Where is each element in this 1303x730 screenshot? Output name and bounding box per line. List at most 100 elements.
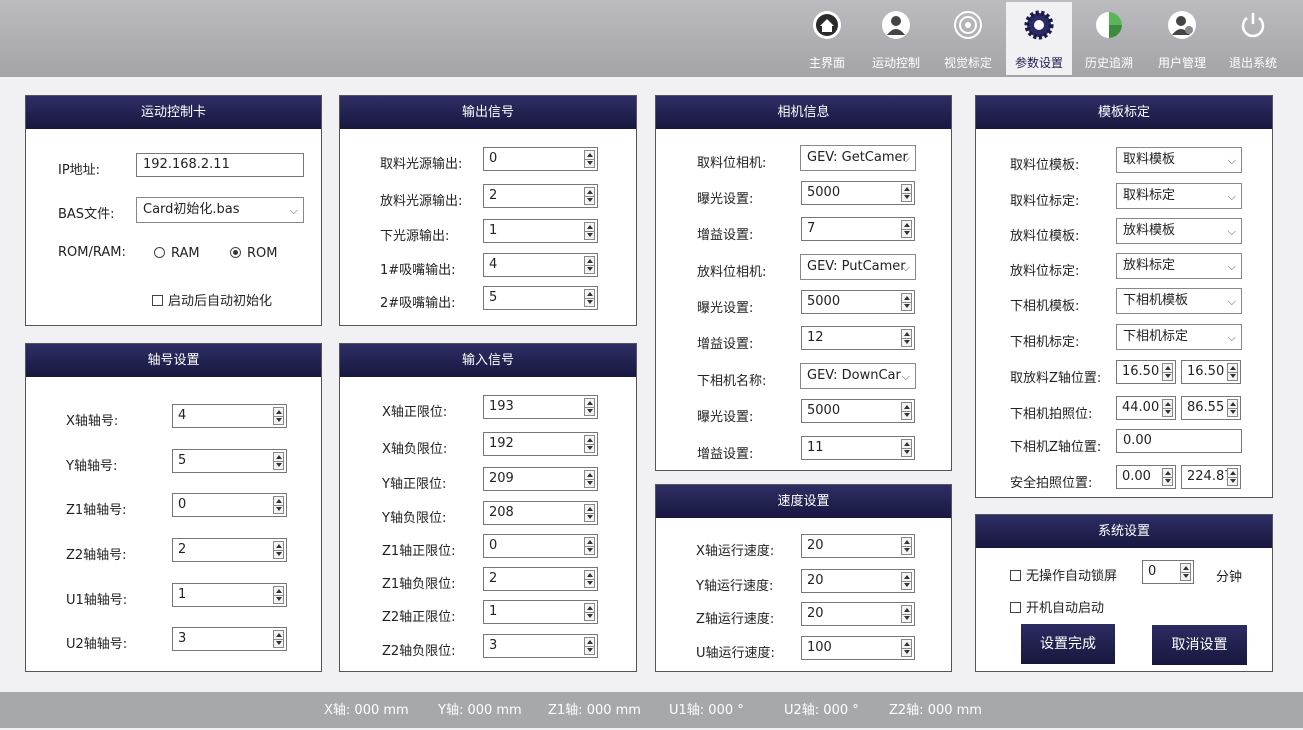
spin-arrows-icon[interactable] [1162, 363, 1173, 381]
input-signal-stepper[interactable]: 208 [483, 501, 598, 525]
output-signal-stepper[interactable]: 0 [483, 147, 598, 171]
panel-title: 输入信号 [340, 344, 636, 377]
spin-arrows-icon[interactable] [273, 630, 284, 648]
speed-stepper[interactable]: 20 [801, 534, 915, 558]
spin-arrows-icon[interactable] [584, 537, 595, 555]
cancel-settings-button[interactable]: 取消设置 [1152, 625, 1247, 665]
camera-param-stepper[interactable]: 11 [801, 436, 915, 460]
spin-arrows-icon[interactable] [584, 150, 595, 168]
spin-arrows-icon[interactable] [901, 329, 912, 347]
camera-param-stepper[interactable]: 5000 [801, 181, 915, 205]
axis-number-stepper[interactable]: 4 [172, 404, 287, 428]
spin-arrows-icon[interactable] [901, 439, 912, 457]
ip-address-input[interactable]: 192.168.2.11 [136, 153, 304, 177]
motion-card-panel: 运动控制卡 IP地址: 192.168.2.11 BAS文件: Card初始化.… [25, 95, 322, 326]
spin-arrows-icon[interactable] [584, 637, 595, 655]
spin-arrows-icon[interactable] [901, 605, 912, 623]
spin-arrows-icon[interactable] [273, 407, 284, 425]
auto-init-checkbox[interactable]: 启动后自动初始化 [152, 290, 272, 309]
nav-exit-system[interactable]: 退出系统 [1223, 2, 1283, 75]
dropdown-select[interactable]: GEV: PutCamer ⌵ [800, 254, 916, 280]
dropdown-select[interactable]: 取料标定 ⌵ [1116, 183, 1242, 209]
spin-arrows-icon[interactable] [584, 289, 595, 307]
dropdown-select[interactable]: GEV: DownCar ⌵ [800, 363, 916, 389]
axis-number-stepper[interactable]: 2 [172, 538, 287, 562]
bas-file-select[interactable]: Card初始化.bas ⌵ [136, 197, 304, 223]
position-stepper[interactable]: 16.50 [1116, 360, 1176, 384]
lock-minutes-stepper[interactable]: 0 [1142, 560, 1194, 584]
camera-param-stepper[interactable]: 5000 [801, 399, 915, 423]
input-signal-stepper[interactable]: 1 [483, 600, 598, 624]
auto-start-checkbox[interactable]: 开机自动启动 [1010, 597, 1104, 616]
spin-arrows-icon[interactable] [901, 402, 912, 420]
output-signal-stepper[interactable]: 2 [483, 184, 598, 208]
position-stepper[interactable]: 16.50 [1181, 360, 1241, 384]
speed-stepper[interactable]: 20 [801, 569, 915, 593]
camera-param-stepper[interactable]: 12 [801, 326, 915, 350]
ram-radio[interactable]: RAM [154, 246, 200, 261]
spin-arrows-icon[interactable] [273, 496, 284, 514]
output-signal-stepper[interactable]: 1 [483, 219, 598, 243]
dropdown-select[interactable]: 取料模板 ⌵ [1116, 147, 1242, 173]
nav-parameter-settings[interactable]: 参数设置 [1006, 2, 1072, 75]
spin-arrows-icon[interactable] [901, 220, 912, 238]
dropdown-select[interactable]: 下相机标定 ⌵ [1116, 324, 1242, 350]
input-signal-stepper[interactable]: 192 [483, 432, 598, 456]
dropdown-select[interactable]: GEV: GetCamer ⌵ [800, 145, 916, 171]
position-stepper[interactable]: 86.55 [1181, 396, 1241, 420]
spin-arrows-icon[interactable] [1227, 363, 1238, 381]
spin-arrows-icon[interactable] [1227, 399, 1238, 417]
output-signal-stepper[interactable]: 5 [483, 286, 598, 310]
camera-param-stepper[interactable]: 7 [801, 217, 915, 241]
spin-arrows-icon[interactable] [273, 586, 284, 604]
spin-arrows-icon[interactable] [901, 639, 912, 657]
input-signal-stepper[interactable]: 3 [483, 634, 598, 658]
downcam-z-input[interactable]: 0.00 [1116, 429, 1242, 453]
spin-arrows-icon[interactable] [273, 452, 284, 470]
spin-arrows-icon[interactable] [584, 570, 595, 588]
axis-number-stepper[interactable]: 3 [172, 627, 287, 651]
spin-arrows-icon[interactable] [1162, 399, 1173, 417]
confirm-settings-button[interactable]: 设置完成 [1021, 624, 1115, 664]
axis-number-stepper[interactable]: 1 [172, 583, 287, 607]
axis-number-stepper[interactable]: 5 [172, 449, 287, 473]
nav-history[interactable]: 历史追溯 [1078, 2, 1140, 75]
spin-arrows-icon[interactable] [1180, 563, 1191, 581]
dropdown-select[interactable]: 放料模板 ⌵ [1116, 218, 1242, 244]
spin-arrows-icon[interactable] [584, 187, 595, 205]
speed-stepper[interactable]: 100 [801, 636, 915, 660]
spin-arrows-icon[interactable] [584, 603, 595, 621]
rom-radio[interactable]: ROM [230, 246, 277, 261]
nav-user-management[interactable]: 用户管理 [1150, 2, 1214, 75]
spin-arrows-icon[interactable] [901, 537, 912, 555]
spin-arrows-icon[interactable] [273, 541, 284, 559]
nav-vision-calibration[interactable]: 视觉标定 [938, 2, 998, 75]
spin-arrows-icon[interactable] [1162, 468, 1173, 486]
spin-arrows-icon[interactable] [901, 293, 912, 311]
dropdown-select[interactable]: 下相机模板 ⌵ [1116, 288, 1242, 314]
spin-arrows-icon[interactable] [901, 572, 912, 590]
nav-motion-control[interactable]: 运动控制 [865, 2, 927, 75]
spin-arrows-icon[interactable] [584, 470, 595, 488]
spin-arrows-icon[interactable] [901, 184, 912, 202]
spin-arrows-icon[interactable] [584, 222, 595, 240]
output-signal-stepper[interactable]: 4 [483, 253, 598, 277]
position-stepper[interactable]: 224.87 [1181, 465, 1241, 489]
axis-number-stepper[interactable]: 0 [172, 493, 287, 517]
input-signal-stepper[interactable]: 209 [483, 467, 598, 491]
camera-param-stepper[interactable]: 5000 [801, 290, 915, 314]
spin-arrows-icon[interactable] [584, 398, 595, 416]
spin-arrows-icon[interactable] [584, 504, 595, 522]
spin-arrows-icon[interactable] [584, 256, 595, 274]
input-signal-stepper[interactable]: 0 [483, 534, 598, 558]
position-stepper[interactable]: 0.00 [1116, 465, 1176, 489]
input-signal-stepper[interactable]: 193 [483, 395, 598, 419]
spin-arrows-icon[interactable] [1227, 468, 1238, 486]
dropdown-select[interactable]: 放料标定 ⌵ [1116, 253, 1242, 279]
nav-home[interactable]: 主界面 [803, 2, 851, 75]
position-stepper[interactable]: 44.00 [1116, 396, 1176, 420]
input-signal-stepper[interactable]: 2 [483, 567, 598, 591]
speed-stepper[interactable]: 20 [801, 602, 915, 626]
auto-lock-checkbox[interactable]: 无操作自动锁屏 [1010, 565, 1117, 584]
spin-arrows-icon[interactable] [584, 435, 595, 453]
